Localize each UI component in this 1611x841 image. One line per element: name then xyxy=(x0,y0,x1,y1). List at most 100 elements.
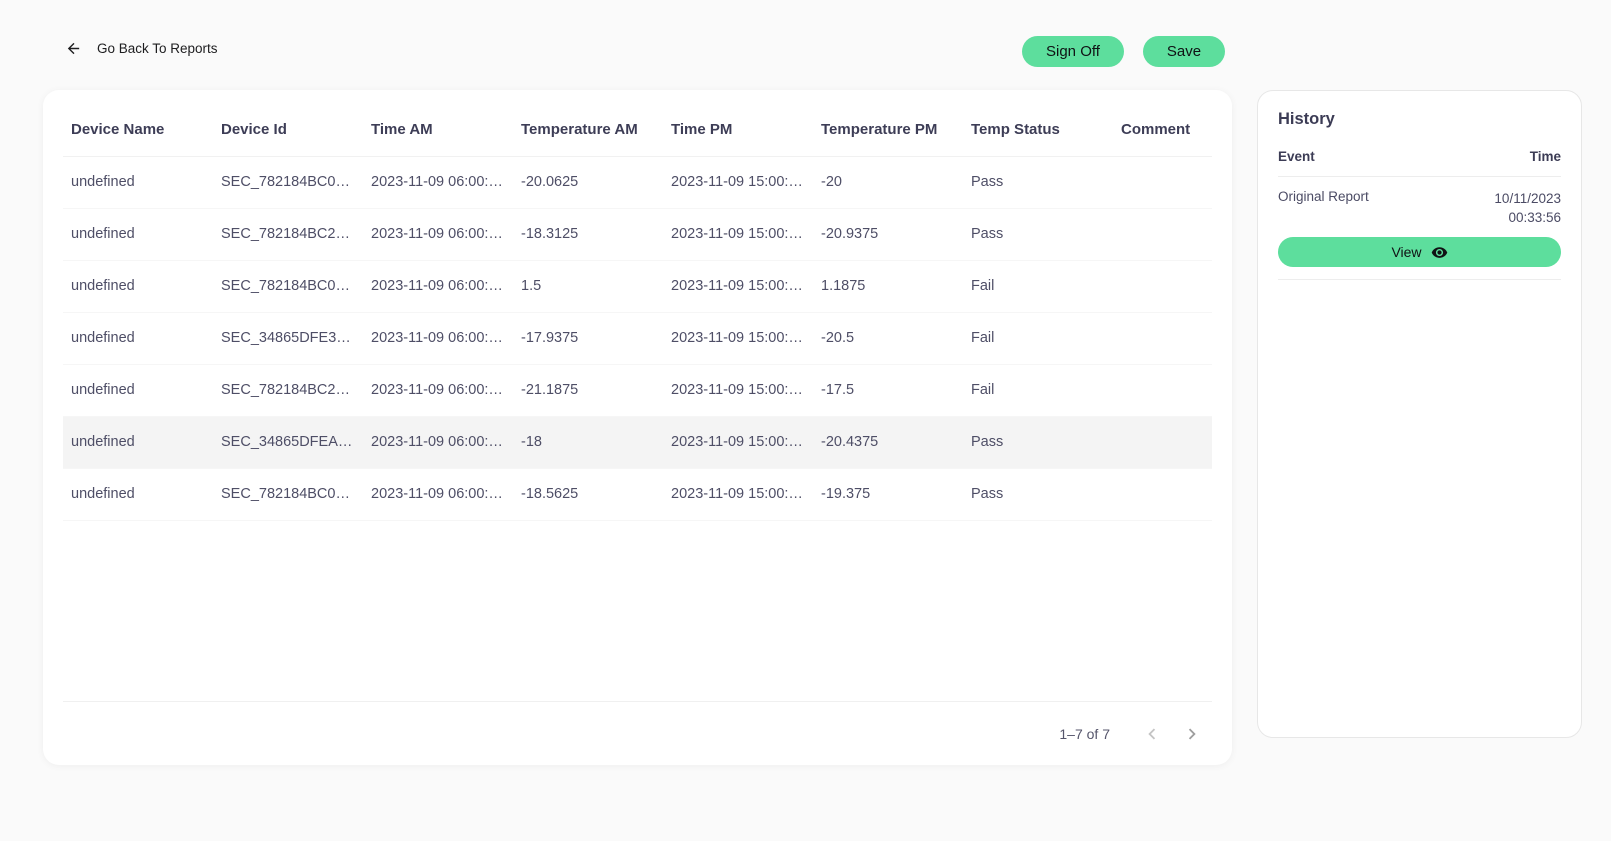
table-row[interactable]: undefined SEC_34865DFEA… 2023-11-09 06:0… xyxy=(63,416,1212,469)
cell-temperature-pm: -20.4375 xyxy=(813,416,963,469)
history-event-header: Event xyxy=(1278,149,1315,164)
cell-time-pm: 2023-11-09 15:00:… xyxy=(663,416,813,469)
back-to-reports-link[interactable]: Go Back To Reports xyxy=(65,40,218,57)
report-table-wrap: Device Name Device Id Time AM Temperatur… xyxy=(43,90,1232,701)
history-entry-clock: 00:33:56 xyxy=(1508,210,1561,225)
cell-device-id: SEC_34865DFE3… xyxy=(213,312,363,365)
cell-time-am: 2023-11-09 06:00:… xyxy=(363,260,513,313)
arrow-left-icon xyxy=(65,40,82,57)
cell-temperature-pm: -17.5 xyxy=(813,364,963,417)
cell-device-name: undefined xyxy=(63,468,213,521)
cell-time-pm: 2023-11-09 15:00:… xyxy=(663,208,813,261)
cell-temperature-am: -21.1875 xyxy=(513,364,663,417)
view-button-label: View xyxy=(1391,244,1422,260)
cell-temperature-pm: -20.5 xyxy=(813,312,963,365)
cell-temperature-pm: -20.9375 xyxy=(813,208,963,261)
view-report-button[interactable]: View xyxy=(1278,237,1561,267)
cell-time-am: 2023-11-09 06:00:… xyxy=(363,468,513,521)
cell-temp-status: Pass xyxy=(963,156,1113,209)
cell-time-pm: 2023-11-09 15:00:… xyxy=(663,260,813,313)
table-header-row: Device Name Device Id Time AM Temperatur… xyxy=(63,104,1212,157)
cell-comment xyxy=(1113,312,1212,365)
cell-comment xyxy=(1113,468,1212,521)
history-header-row: Event Time xyxy=(1278,149,1561,177)
pagination-prev-button[interactable] xyxy=(1132,714,1172,754)
cell-time-pm: 2023-11-09 15:00:… xyxy=(663,468,813,521)
cell-comment xyxy=(1113,364,1212,417)
cell-time-pm: 2023-11-09 15:00:… xyxy=(663,312,813,365)
cell-comment xyxy=(1113,260,1212,313)
cell-time-am: 2023-11-09 06:00:… xyxy=(363,416,513,469)
cell-temp-status: Fail xyxy=(963,260,1113,313)
history-divider xyxy=(1278,279,1561,280)
col-header-temperature-am: Temperature AM xyxy=(513,104,663,157)
cell-device-name: undefined xyxy=(63,364,213,417)
history-entry-time: 10/11/2023 00:33:56 xyxy=(1494,189,1561,227)
table-body: undefined SEC_782184BC0… 2023-11-09 06:0… xyxy=(63,156,1212,521)
cell-temp-status: Fail xyxy=(963,364,1113,417)
eye-icon xyxy=(1431,244,1448,261)
cell-device-name: undefined xyxy=(63,416,213,469)
cell-temp-status: Fail xyxy=(963,312,1113,365)
sign-off-button[interactable]: Sign Off xyxy=(1022,36,1124,67)
cell-device-id: SEC_782184BC0… xyxy=(213,156,363,209)
pagination-range-label: 1–7 of 7 xyxy=(1059,725,1110,742)
history-entry-event: Original Report xyxy=(1278,189,1369,204)
cell-device-name: undefined xyxy=(63,260,213,313)
col-header-temp-status: Temp Status xyxy=(963,104,1113,157)
cell-device-id: SEC_782184BC0… xyxy=(213,260,363,313)
chevron-left-icon xyxy=(1141,723,1163,745)
cell-temperature-pm: -19.375 xyxy=(813,468,963,521)
cell-time-pm: 2023-11-09 15:00:… xyxy=(663,364,813,417)
pagination-next-button[interactable] xyxy=(1172,714,1212,754)
cell-time-am: 2023-11-09 06:00:… xyxy=(363,156,513,209)
history-panel: History Event Time Original Report 10/11… xyxy=(1257,90,1582,738)
table-row[interactable]: undefined SEC_782184BC0… 2023-11-09 06:0… xyxy=(63,260,1212,313)
cell-device-name: undefined xyxy=(63,156,213,209)
cell-device-name: undefined xyxy=(63,208,213,261)
cell-temperature-am: -18 xyxy=(513,416,663,469)
cell-device-name: undefined xyxy=(63,312,213,365)
table-row[interactable]: undefined SEC_782184BC0… 2023-11-09 06:0… xyxy=(63,156,1212,209)
table-row[interactable]: undefined SEC_34865DFE3… 2023-11-09 06:0… xyxy=(63,312,1212,365)
cell-temp-status: Pass xyxy=(963,468,1113,521)
cell-comment xyxy=(1113,416,1212,469)
cell-device-id: SEC_782184BC0… xyxy=(213,468,363,521)
cell-temp-status: Pass xyxy=(963,208,1113,261)
cell-temperature-am: -17.9375 xyxy=(513,312,663,365)
back-to-reports-label: Go Back To Reports xyxy=(97,41,218,56)
col-header-time-pm: Time PM xyxy=(663,104,813,157)
table-row[interactable]: undefined SEC_782184BC2… 2023-11-09 06:0… xyxy=(63,364,1212,417)
topbar-actions: Sign Off Save xyxy=(1022,36,1226,67)
col-header-device-id: Device Id xyxy=(213,104,363,157)
table-row[interactable]: undefined SEC_782184BC2… 2023-11-09 06:0… xyxy=(63,208,1212,261)
report-table-card: Device Name Device Id Time AM Temperatur… xyxy=(43,90,1232,765)
cell-time-am: 2023-11-09 06:00:… xyxy=(363,364,513,417)
cell-temperature-pm: 1.1875 xyxy=(813,260,963,313)
cell-comment xyxy=(1113,208,1212,261)
history-entry: Original Report 10/11/2023 00:33:56 xyxy=(1278,177,1561,237)
col-header-temperature-pm: Temperature PM xyxy=(813,104,963,157)
pagination-bar: 1–7 of 7 xyxy=(63,701,1212,765)
history-entry-date: 10/11/2023 xyxy=(1494,191,1561,206)
col-header-comment: Comment xyxy=(1113,104,1212,157)
col-header-time-am: Time AM xyxy=(363,104,513,157)
cell-temperature-pm: -20 xyxy=(813,156,963,209)
cell-device-id: SEC_34865DFEA… xyxy=(213,416,363,469)
cell-comment xyxy=(1113,156,1212,209)
cell-temperature-am: -18.5625 xyxy=(513,468,663,521)
save-button[interactable]: Save xyxy=(1142,36,1226,67)
cell-device-id: SEC_782184BC2… xyxy=(213,208,363,261)
cell-device-id: SEC_782184BC2… xyxy=(213,364,363,417)
report-table: Device Name Device Id Time AM Temperatur… xyxy=(63,104,1212,521)
cell-time-pm: 2023-11-09 15:00:… xyxy=(663,156,813,209)
history-title: History xyxy=(1278,110,1335,128)
cell-time-am: 2023-11-09 06:00:… xyxy=(363,312,513,365)
table-row[interactable]: undefined SEC_782184BC0… 2023-11-09 06:0… xyxy=(63,468,1212,521)
cell-time-am: 2023-11-09 06:00:… xyxy=(363,208,513,261)
col-header-device-name: Device Name xyxy=(63,104,213,157)
cell-temperature-am: -18.3125 xyxy=(513,208,663,261)
cell-temperature-am: 1.5 xyxy=(513,260,663,313)
chevron-right-icon xyxy=(1181,723,1203,745)
cell-temp-status: Pass xyxy=(963,416,1113,469)
